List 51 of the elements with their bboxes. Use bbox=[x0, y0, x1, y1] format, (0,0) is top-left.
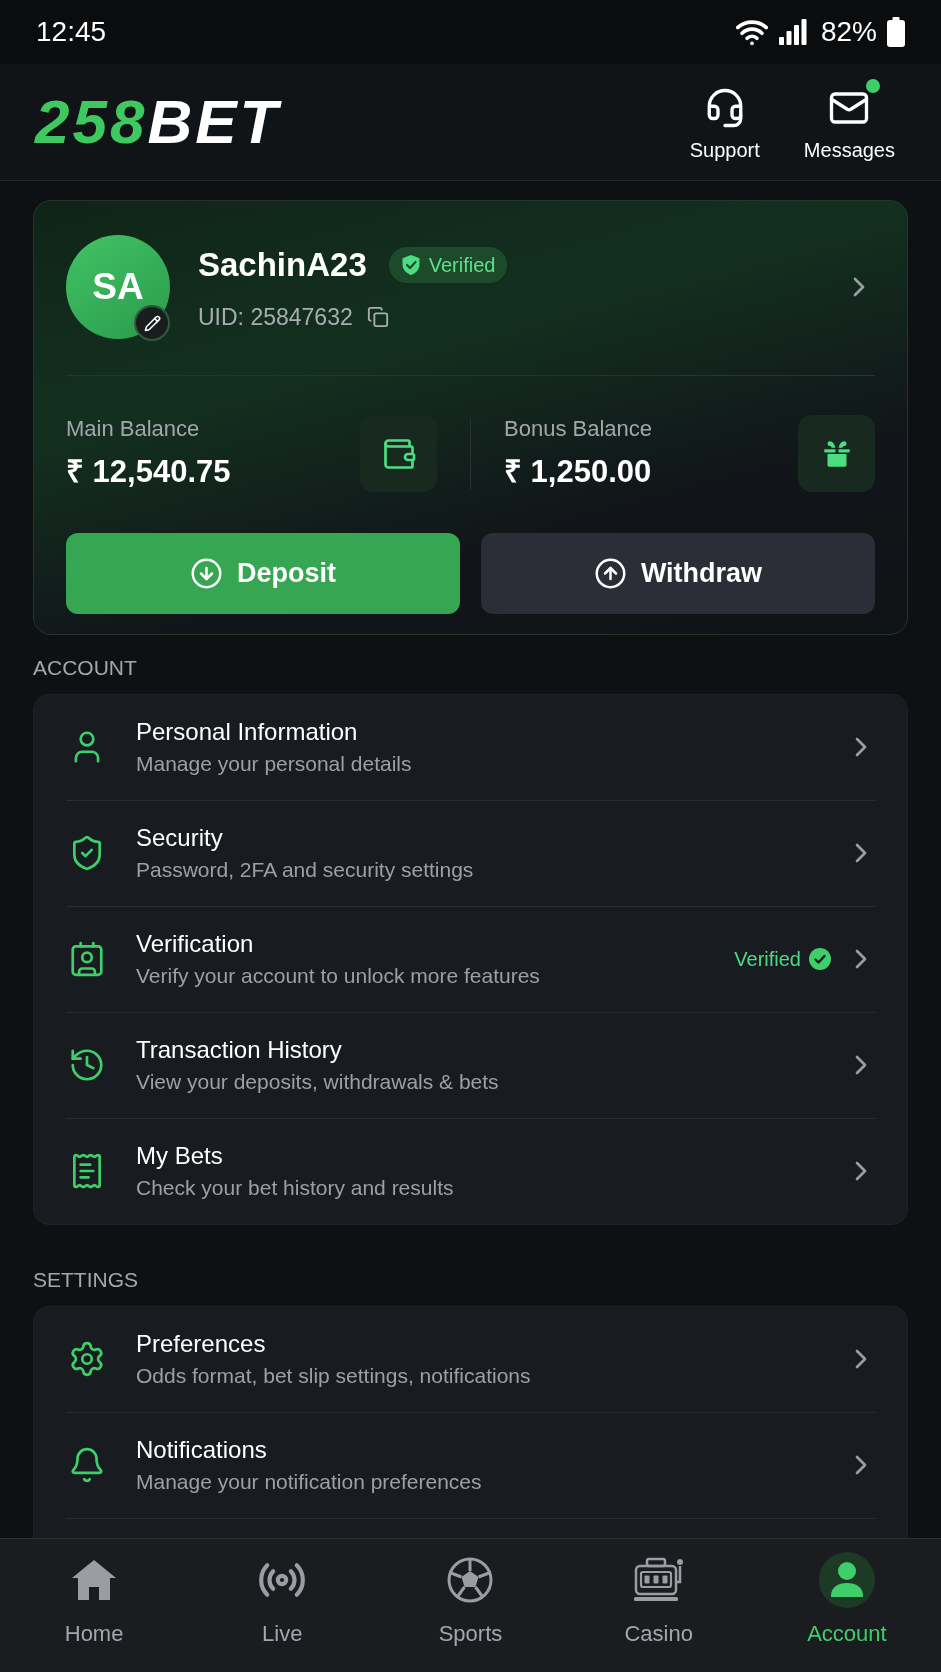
signal-icon bbox=[778, 19, 807, 45]
menu-item-subtitle: Manage your notification preferences bbox=[136, 1469, 483, 1495]
menu-item-subtitle: Verify your account to unlock more features bbox=[136, 963, 541, 989]
menu-item-title[interactable]: Security bbox=[136, 823, 845, 853]
menu-item-subtitle: Manage your personal details bbox=[136, 751, 413, 777]
copy-icon[interactable] bbox=[366, 305, 389, 328]
pencil-icon[interactable] bbox=[134, 305, 170, 341]
menu-item-title[interactable]: Personal Information bbox=[136, 717, 845, 747]
settings-icon bbox=[68, 1340, 106, 1378]
balance-amount: ₹ 12,540.75 bbox=[66, 453, 231, 491]
menu-item-title[interactable]: Preferences bbox=[136, 1329, 845, 1359]
user-id: UID: 25847632 bbox=[198, 302, 353, 332]
battery-percent: 82% bbox=[820, 15, 877, 49]
nav-tab[interactable]: Account bbox=[752, 1539, 941, 1672]
brand-logo: 258BET bbox=[35, 91, 281, 153]
menu-item-subtitle: Odds format, bet slip settings, notifications bbox=[136, 1363, 532, 1389]
nav-tab[interactable]: Casino bbox=[564, 1539, 753, 1672]
menu-item-subtitle: Check your bet history and results bbox=[136, 1175, 455, 1201]
menu-item-title[interactable]: Verification bbox=[136, 929, 735, 959]
history-icon bbox=[68, 1046, 106, 1084]
balance-amount: ₹ 1,250.00 bbox=[504, 453, 652, 491]
arrow-down-circle-icon bbox=[190, 556, 223, 590]
section-heading: ACCOUNT bbox=[33, 655, 137, 679]
menu-item-title[interactable]: My Bets bbox=[136, 1141, 845, 1171]
username: SachinA23 bbox=[198, 245, 367, 285]
nav-tab[interactable]: Live bbox=[188, 1539, 377, 1672]
verified-label: Verified bbox=[428, 252, 496, 278]
balance-label: Main Balance bbox=[66, 415, 201, 443]
balance-label: Bonus Balance bbox=[504, 415, 652, 443]
section-heading: SETTINGS bbox=[33, 1267, 138, 1291]
verified-status: Verified bbox=[734, 947, 801, 972]
battery-icon bbox=[887, 17, 905, 47]
menu-item-subtitle: Password, 2FA and security settings bbox=[136, 857, 475, 883]
nav-tab[interactable]: Home bbox=[0, 1539, 189, 1672]
clock-time: 12:45 bbox=[36, 15, 107, 49]
slot-machine-icon bbox=[632, 1556, 685, 1604]
wallet-icon[interactable] bbox=[360, 415, 437, 493]
support-button[interactable]: Support bbox=[689, 75, 760, 165]
check-circle-icon bbox=[809, 948, 831, 970]
withdraw-button[interactable]: Withdraw bbox=[481, 532, 875, 614]
nav-tab[interactable]: Sports bbox=[376, 1539, 565, 1672]
shield-check-icon bbox=[400, 253, 421, 276]
menu-item-subtitle: View your deposits, withdrawals & bets bbox=[136, 1069, 500, 1095]
gift-icon[interactable] bbox=[798, 415, 875, 493]
ball-icon bbox=[446, 1556, 495, 1604]
arrow-up-circle-icon bbox=[593, 556, 627, 590]
person-icon bbox=[818, 1552, 875, 1608]
messages-button[interactable]: Messages bbox=[803, 75, 895, 165]
menu-item-title[interactable]: Notifications bbox=[136, 1435, 845, 1465]
menu-item-title[interactable]: Transaction History bbox=[136, 1035, 845, 1065]
id-card-icon bbox=[68, 940, 106, 978]
